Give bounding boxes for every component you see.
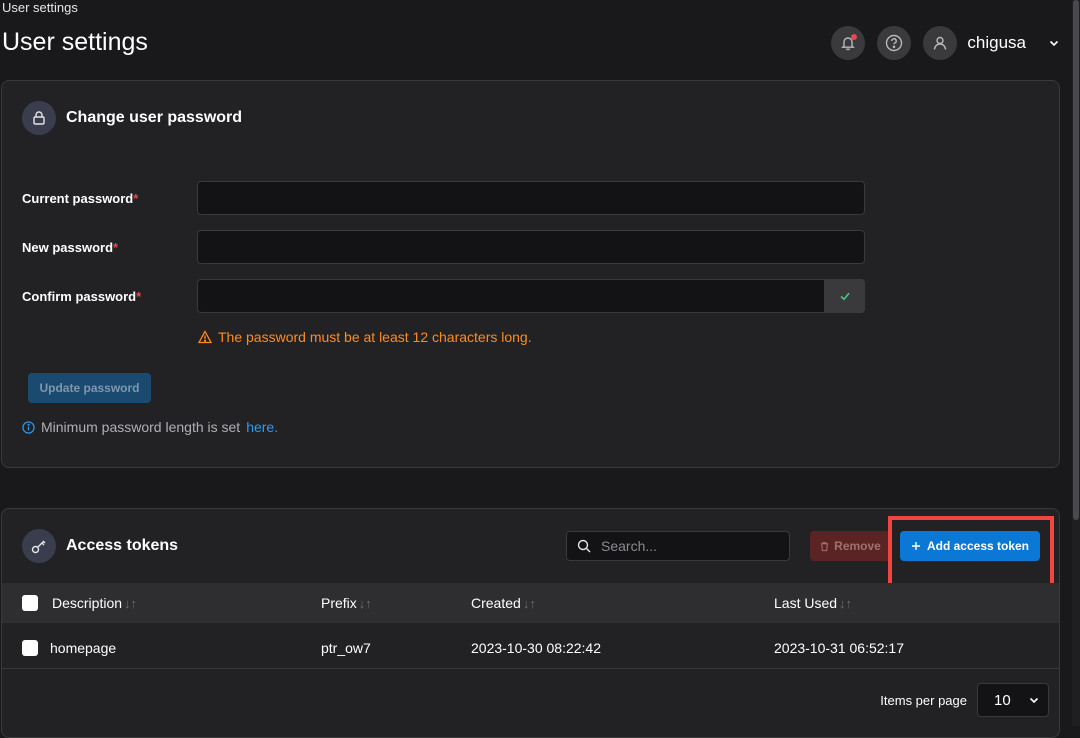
check-icon	[839, 292, 850, 301]
items-per-page-value: 10	[994, 691, 1011, 709]
sort-icon: ↓↑	[358, 595, 372, 611]
warning-icon	[198, 330, 212, 344]
chevron-down-icon	[1049, 40, 1059, 47]
help-button[interactable]	[877, 26, 912, 60]
access-tokens-header: Access tokens	[22, 529, 178, 563]
user-icon	[934, 36, 947, 50]
header-actions: chigusa	[831, 26, 1060, 60]
add-access-token-button[interactable]: Add access token	[900, 531, 1040, 561]
trash-icon	[820, 541, 829, 551]
token-description: homepage	[50, 639, 117, 656]
search-input[interactable]	[601, 538, 771, 554]
sort-icon: ↓↑	[522, 595, 536, 611]
min-length-info: Minimum password length is set here.	[22, 419, 278, 435]
remove-label: Remove	[834, 539, 881, 553]
add-access-token-label: Add access token	[926, 539, 1030, 553]
key-icon-badge	[22, 529, 56, 563]
chevron-down-icon	[1029, 697, 1039, 704]
help-icon	[886, 34, 903, 52]
remove-button[interactable]: Remove	[810, 531, 890, 561]
token-prefix: ptr_ow7	[321, 639, 371, 656]
access-tokens-panel: Access tokens Remove Add access token De…	[1, 508, 1060, 738]
settings-link[interactable]: here.	[246, 419, 278, 435]
sort-icon: ↓↑	[124, 595, 138, 611]
confirm-password-row: Confirm password*	[22, 279, 865, 313]
warning-text: The password must be at least 12 charact…	[218, 329, 532, 345]
confirm-password-check	[825, 279, 865, 313]
token-last-used: 2023-10-31 06:52:17	[774, 639, 904, 656]
items-per-page-label: Items per page	[880, 692, 967, 708]
search-icon	[577, 539, 591, 553]
new-password-input[interactable]	[197, 230, 865, 264]
notifications-button[interactable]	[831, 26, 866, 60]
password-length-warning: The password must be at least 12 charact…	[198, 329, 532, 345]
new-password-label: New password*	[22, 239, 119, 255]
access-tokens-title: Access tokens	[66, 537, 179, 554]
window-title: User settings	[2, 0, 78, 15]
items-per-page-select[interactable]: 10	[977, 683, 1049, 717]
confirm-password-group	[197, 279, 865, 313]
notification-dot	[851, 34, 858, 40]
lock-icon-badge	[22, 101, 56, 135]
page-title: User settings	[2, 28, 148, 56]
change-password-panel: Change user password Current password* N…	[1, 80, 1060, 468]
select-all-checkbox[interactable]	[22, 595, 38, 611]
column-prefix[interactable]: Prefix ↓↑	[321, 595, 372, 611]
confirm-password-label: Confirm password*	[22, 288, 142, 304]
update-password-button[interactable]: Update password	[28, 373, 151, 403]
table-header: Description ↓↑ Prefix ↓↑ Created ↓↑ Last Us…	[2, 583, 1059, 623]
avatar	[923, 26, 958, 60]
column-description[interactable]: Description ↓↑	[52, 595, 137, 611]
key-icon	[31, 540, 46, 554]
token-created: 2023-10-30 08:22:42	[471, 639, 601, 656]
current-password-input[interactable]	[197, 181, 865, 215]
lock-icon	[33, 111, 45, 125]
current-password-row: Current password*	[22, 181, 865, 215]
column-last-used[interactable]: Last Used ↓↑	[774, 595, 852, 611]
info-text: Minimum password length is set	[41, 419, 241, 435]
change-password-header: Change user password	[22, 101, 242, 135]
plus-icon	[911, 542, 920, 550]
table-row[interactable]: homepage ptr_ow7 2023-10-30 08:22:42 202…	[2, 627, 1059, 669]
row-checkbox[interactable]	[22, 639, 38, 656]
sort-icon: ↓↑	[839, 595, 853, 611]
token-search	[566, 531, 790, 561]
scrollbar-thumb[interactable]	[1073, 0, 1079, 520]
column-created[interactable]: Created ↓↑	[471, 595, 536, 611]
current-password-label: Current password*	[22, 190, 139, 206]
confirm-password-input[interactable]	[197, 279, 825, 313]
page-scrollbar[interactable]	[1072, 0, 1080, 726]
info-icon	[22, 420, 35, 434]
pagination: Items per page 10	[880, 683, 1049, 717]
username: chigusa	[967, 33, 1026, 52]
user-menu[interactable]: chigusa	[923, 26, 1060, 60]
change-password-title: Change user password	[66, 109, 243, 126]
new-password-row: New password*	[22, 230, 865, 264]
